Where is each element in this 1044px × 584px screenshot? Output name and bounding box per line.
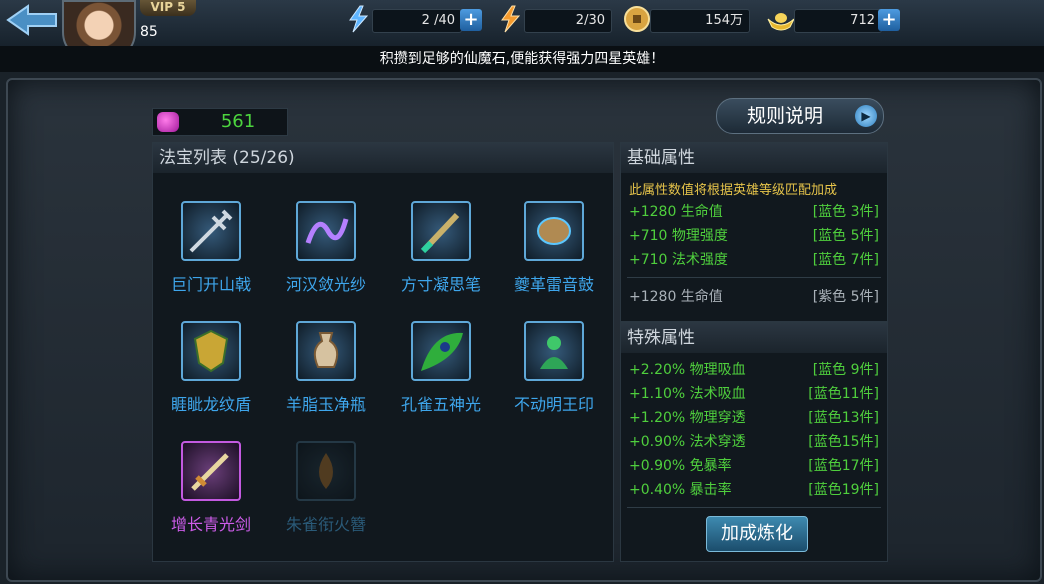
attribute-value: +710 物理强度	[629, 228, 728, 244]
attribute-row: +0.90% 法术穿透 [蓝色15件]	[629, 431, 879, 453]
treasure-list-panel: 法宝列表 (25/26) 巨门开山戟 河汉敛光纱 方寸凝思笔 夔革雷音鼓 睚眦龙…	[152, 142, 614, 562]
refine-button[interactable]: 加成炼化	[706, 516, 808, 552]
buddha-seal-icon	[524, 321, 584, 381]
attribute-row: +1280 生命值 [蓝色 3件]	[629, 201, 879, 223]
attribute-condition: [蓝色15件]	[808, 434, 879, 450]
back-arrow-icon[interactable]	[4, 2, 60, 38]
treasure-item[interactable]: 夔革雷音鼓	[498, 201, 610, 311]
halberd-icon	[181, 201, 241, 261]
attribute-condition: [蓝色 7件]	[812, 252, 879, 268]
treasure-item[interactable]: 羊脂玉净瓶	[270, 321, 382, 431]
treasure-name: 夔革雷音鼓	[513, 275, 594, 294]
attribute-condition: [蓝色19件]	[808, 482, 879, 498]
player-level: 85	[140, 24, 158, 40]
divider	[627, 277, 881, 278]
attribute-condition: [紫色 5件]	[812, 289, 879, 305]
attribute-condition: [蓝色17件]	[808, 458, 879, 474]
treasure-item[interactable]: 不动明王印	[498, 321, 610, 431]
stamina-resource: 2 /40 +	[344, 5, 484, 33]
hairpin-icon	[296, 441, 356, 501]
attribute-value: +0.40% 暴击率	[629, 482, 732, 498]
gem-counter: 561	[152, 108, 288, 136]
treasure-name: 孔雀五神光	[400, 395, 481, 414]
attribute-row: +710 物理强度 [蓝色 5件]	[629, 225, 879, 247]
attribute-condition: [蓝色 3件]	[812, 204, 879, 220]
coin-resource: 154万	[622, 5, 756, 33]
sword-icon	[181, 441, 241, 501]
treasure-name: 羊脂玉净瓶	[285, 395, 366, 414]
peacock-feather-icon	[411, 321, 471, 381]
treasure-name: 巨门开山戟	[170, 275, 251, 294]
drum-icon	[524, 201, 584, 261]
attribute-row: +1.10% 法术吸血 [蓝色11件]	[629, 383, 879, 405]
treasure-name: 不动明王印	[513, 395, 594, 414]
attribute-row: +0.90% 免暴率 [蓝色17件]	[629, 455, 879, 477]
treasure-item[interactable]: 河汉敛光纱	[270, 201, 382, 311]
vitality-resource: 2/30	[496, 5, 616, 33]
attribute-value: +1280 生命值	[629, 289, 723, 305]
treasure-item[interactable]: 朱雀衔火簪	[270, 441, 382, 551]
gauze-icon	[296, 201, 356, 261]
stamina-value: 2 /40	[372, 9, 462, 33]
attribute-value: +710 法术强度	[629, 252, 728, 268]
gem-count: 561	[220, 111, 256, 132]
divider	[627, 507, 881, 508]
gold-value: 712	[794, 9, 882, 33]
attribute-condition: [蓝色 9件]	[812, 362, 879, 378]
attribute-value: +1280 生命值	[629, 204, 723, 220]
attribute-row: +710 法术强度 [蓝色 7件]	[629, 249, 879, 271]
marquee-message: 积攒到足够的仙魔石,便能获得强力四星英雄！	[0, 46, 1044, 72]
attribute-value: +1.20% 物理穿透	[629, 410, 746, 426]
rules-button[interactable]: 规则说明 ▶	[716, 98, 884, 134]
top-bar: VIP 5 85 2 /40 + 2/30 154万 712 +	[0, 0, 1044, 62]
play-arrow-icon: ▶	[855, 105, 877, 127]
special-attributes-title: 特殊属性	[621, 323, 887, 353]
attribute-value: +0.90% 免暴率	[629, 458, 732, 474]
attribute-condition: [蓝色 5件]	[812, 228, 879, 244]
attribute-value: +0.90% 法术穿透	[629, 434, 746, 450]
gold-ingot-icon	[766, 5, 796, 33]
treasure-name: 河汉敛光纱	[285, 275, 366, 294]
treasure-name: 方寸凝思笔	[400, 275, 481, 294]
treasure-item[interactable]: 方寸凝思笔	[385, 201, 497, 311]
gold-resource: 712 +	[766, 5, 906, 33]
vitality-value: 2/30	[524, 9, 612, 33]
attribute-row: +0.40% 暴击率 [蓝色19件]	[629, 479, 879, 501]
treasure-name: 睚眦龙纹盾	[170, 395, 251, 414]
coin-icon	[622, 5, 652, 33]
attribute-note: 此属性数值将根据英雄等级匹配加成	[629, 183, 838, 198]
dragon-shield-icon	[181, 321, 241, 381]
attribute-value: +1.10% 法术吸血	[629, 386, 746, 402]
treasure-name: 增长青光剑	[170, 515, 251, 534]
attribute-condition: [蓝色13件]	[808, 410, 879, 426]
coin-value: 154万	[650, 9, 750, 33]
basic-attributes-title: 基础属性	[621, 143, 887, 173]
attribute-row: +1280 生命值 [紫色 5件]	[629, 286, 879, 308]
energy-icon	[496, 5, 526, 33]
treasure-item[interactable]: 睚眦龙纹盾	[155, 321, 267, 431]
basic-attributes-panel: 基础属性 此属性数值将根据英雄等级匹配加成 +1280 生命值 [蓝色 3件] …	[620, 142, 888, 322]
stamina-add-button[interactable]: +	[460, 9, 482, 31]
treasure-item[interactable]: 孔雀五神光	[385, 321, 497, 431]
treasure-item[interactable]: 增长青光剑	[155, 441, 267, 551]
rules-button-label: 规则说明	[747, 105, 824, 127]
lightning-icon	[344, 5, 374, 33]
jade-vase-icon	[296, 321, 356, 381]
purple-gem-icon	[157, 112, 179, 132]
treasure-name: 朱雀衔火簪	[285, 515, 366, 534]
attribute-condition: [蓝色11件]	[808, 386, 879, 402]
vip-badge: VIP 5	[140, 0, 196, 16]
gold-add-button[interactable]: +	[878, 9, 900, 31]
attribute-value: +2.20% 物理吸血	[629, 362, 746, 378]
brush-icon	[411, 201, 471, 261]
attribute-row: +2.20% 物理吸血 [蓝色 9件]	[629, 359, 879, 381]
treasure-item[interactable]: 巨门开山戟	[155, 201, 267, 311]
treasure-list-title: 法宝列表 (25/26)	[153, 143, 613, 173]
attribute-row: +1.20% 物理穿透 [蓝色13件]	[629, 407, 879, 429]
